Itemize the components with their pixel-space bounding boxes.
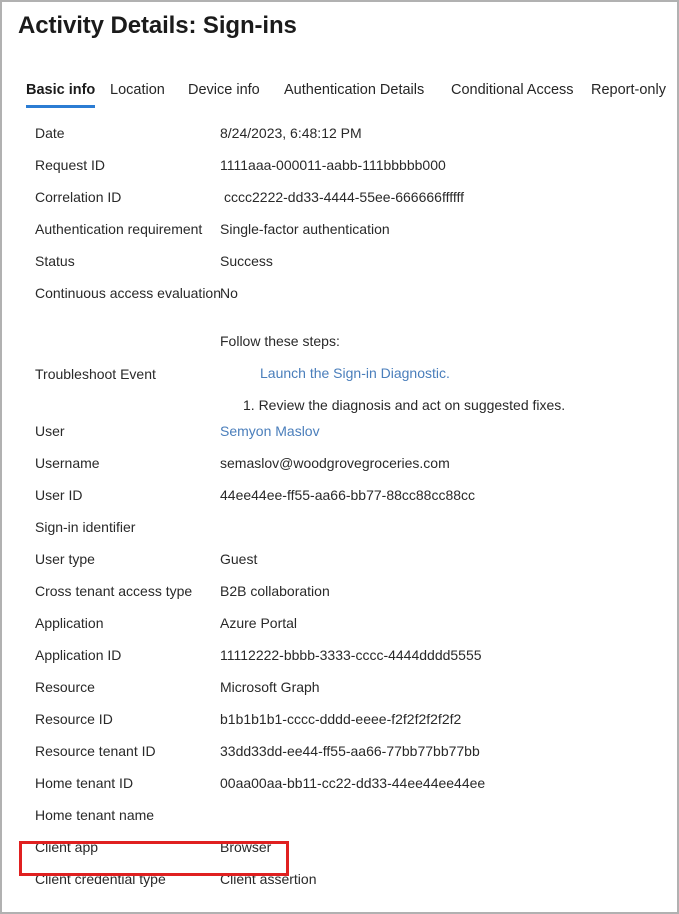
detail-label: User type — [35, 551, 95, 567]
detail-label: Continuous access evaluation — [35, 285, 222, 301]
tab-basic-info[interactable]: Basic info — [26, 82, 96, 108]
detail-row-user-type: User type Guest — [2, 546, 677, 578]
tab-device-info[interactable]: Device info — [188, 82, 260, 106]
troubleshoot-intro-text: Follow these steps: — [220, 333, 340, 349]
detail-value: 8/24/2023, 6:48:12 PM — [220, 125, 362, 141]
detail-value: Client assertion — [220, 871, 317, 887]
tab-conditional-access[interactable]: Conditional Access — [451, 82, 574, 106]
detail-label: Request ID — [35, 157, 106, 173]
detail-label: Authentication requirement — [35, 221, 203, 237]
detail-row-cross-tenant-access-type: Cross tenant access type B2B collaboratio… — [2, 578, 677, 610]
active-tab-underline — [26, 105, 96, 108]
detail-label: User — [35, 423, 65, 439]
detail-row-user: User Semyon Maslov — [2, 418, 677, 450]
tab-location[interactable]: Location — [110, 82, 165, 106]
sign-in-diagnostic-link[interactable]: Launch the Sign-in Diagnostic. — [260, 365, 450, 381]
detail-row-home-tenant-name: Home tenant name — [2, 802, 677, 834]
detail-label: Resource — [35, 679, 95, 695]
detail-row-authentication-requirement: Authentication requirement Single-factor … — [2, 216, 677, 248]
detail-value: Azure Portal — [220, 615, 298, 631]
detail-label: User ID — [35, 487, 83, 503]
detail-row-application-id: Application ID 11112222-bbbb-3333-cccc-44… — [2, 642, 677, 674]
detail-label: Correlation ID — [35, 189, 122, 205]
detail-row-date: Date 8/24/2023, 6:48:12 PM — [2, 120, 677, 152]
detail-value: No — [220, 285, 238, 301]
detail-value: Browser — [220, 839, 272, 855]
page-title: Activity Details: Sign-ins — [18, 12, 297, 39]
detail-value: 11112222-bbbb-3333-cccc-4444dddd5555 — [220, 647, 482, 663]
detail-row-resource-tenant-id: Resource tenant ID 33dd33dd-ee44-ff55-aa6… — [2, 738, 677, 770]
detail-value: Single-factor authentication — [220, 221, 390, 237]
detail-label: Client credential type — [35, 871, 166, 887]
detail-row-continuous-access-evaluation: Continuous access evaluation No — [2, 280, 677, 312]
detail-value-link[interactable]: Semyon Maslov — [220, 423, 320, 439]
detail-value: Microsoft Graph — [220, 679, 320, 695]
detail-value: B2B collaboration — [220, 583, 330, 599]
detail-row-application: Application Azure Portal — [2, 610, 677, 642]
detail-value: Success — [220, 253, 273, 269]
detail-row-home-tenant-id: Home tenant ID 00aa00aa-bb11-cc22-dd33-44… — [2, 770, 677, 802]
detail-label: Troubleshoot Event — [35, 366, 156, 382]
detail-row-status: Status Success — [2, 248, 677, 280]
activity-details-panel: Activity Details: Sign-ins Basic info Loc… — [0, 0, 679, 914]
detail-label: Cross tenant access type — [35, 583, 193, 599]
detail-value: Guest — [220, 551, 258, 567]
troubleshoot-step-text: 1. Review the diagnosis and act on sugge… — [243, 397, 566, 413]
detail-row-client-credential-type: Client credential type Client assertion — [2, 866, 677, 898]
tab-authentication-details[interactable]: Authentication Details — [284, 82, 424, 106]
detail-row-troubleshoot-event: Troubleshoot Event Follow these steps: Lau… — [2, 330, 677, 413]
detail-value: 44ee44ee-ff55-aa66-bb77-88cc88cc88cc — [220, 487, 476, 503]
detail-label: Status — [35, 253, 75, 269]
detail-label: Application ID — [35, 647, 122, 663]
detail-value: 1111aaa-000011-aabb-111bbbbb000 — [220, 157, 446, 173]
detail-value: b1b1b1b1-cccc-dddd-eeee-f2f2f2f2f2f2 — [220, 711, 462, 727]
detail-label: Date — [35, 125, 65, 141]
detail-row-username: Username semaslov@woodgrovegroceries.com — [2, 450, 677, 482]
detail-value: cccc2222-dd33-4444-55ee-666666ffffff — [224, 189, 465, 205]
details-list: Date 8/24/2023, 6:48:12 PM Request ID 1111a… — [2, 120, 677, 898]
detail-row-sign-in-identifier: Sign-in identifier — [2, 514, 677, 546]
detail-row-user-id: User ID 44ee44ee-ff55-aa66-bb77-88cc88cc8… — [2, 482, 677, 514]
detail-label: Home tenant ID — [35, 775, 134, 791]
detail-row-correlation-id: Correlation ID cccc2222-dd33-4444-55ee-66… — [2, 184, 677, 216]
detail-row-client-app: Client app Browser — [2, 834, 677, 866]
detail-label: Client app — [35, 839, 99, 855]
detail-label: Username — [35, 455, 100, 471]
row-group-spacer — [2, 312, 677, 330]
detail-row-resource: Resource Microsoft Graph — [2, 674, 677, 706]
detail-row-resource-id: Resource ID b1b1b1b1-cccc-dddd-eeee-f2f2f… — [2, 706, 677, 738]
detail-value: semaslov@woodgrovegroceries.com — [220, 455, 450, 471]
tab-report-only[interactable]: Report-only — [591, 82, 666, 106]
tab-bar: Basic info Location Device info Authenticat… — [2, 82, 677, 108]
detail-label: Home tenant name — [35, 807, 155, 823]
detail-label: Application — [35, 615, 104, 631]
detail-row-request-id: Request ID 1111aaa-000011-aabb-111bbbbb00… — [2, 152, 677, 184]
detail-label: Sign-in identifier — [35, 519, 136, 535]
detail-value: 00aa00aa-bb11-cc22-dd33-44ee44ee44ee — [220, 775, 486, 791]
detail-value: 33dd33dd-ee44-ff55-aa66-77bb77bb77bb — [220, 743, 480, 759]
detail-label: Resource tenant ID — [35, 743, 156, 759]
detail-label: Resource ID — [35, 711, 113, 727]
